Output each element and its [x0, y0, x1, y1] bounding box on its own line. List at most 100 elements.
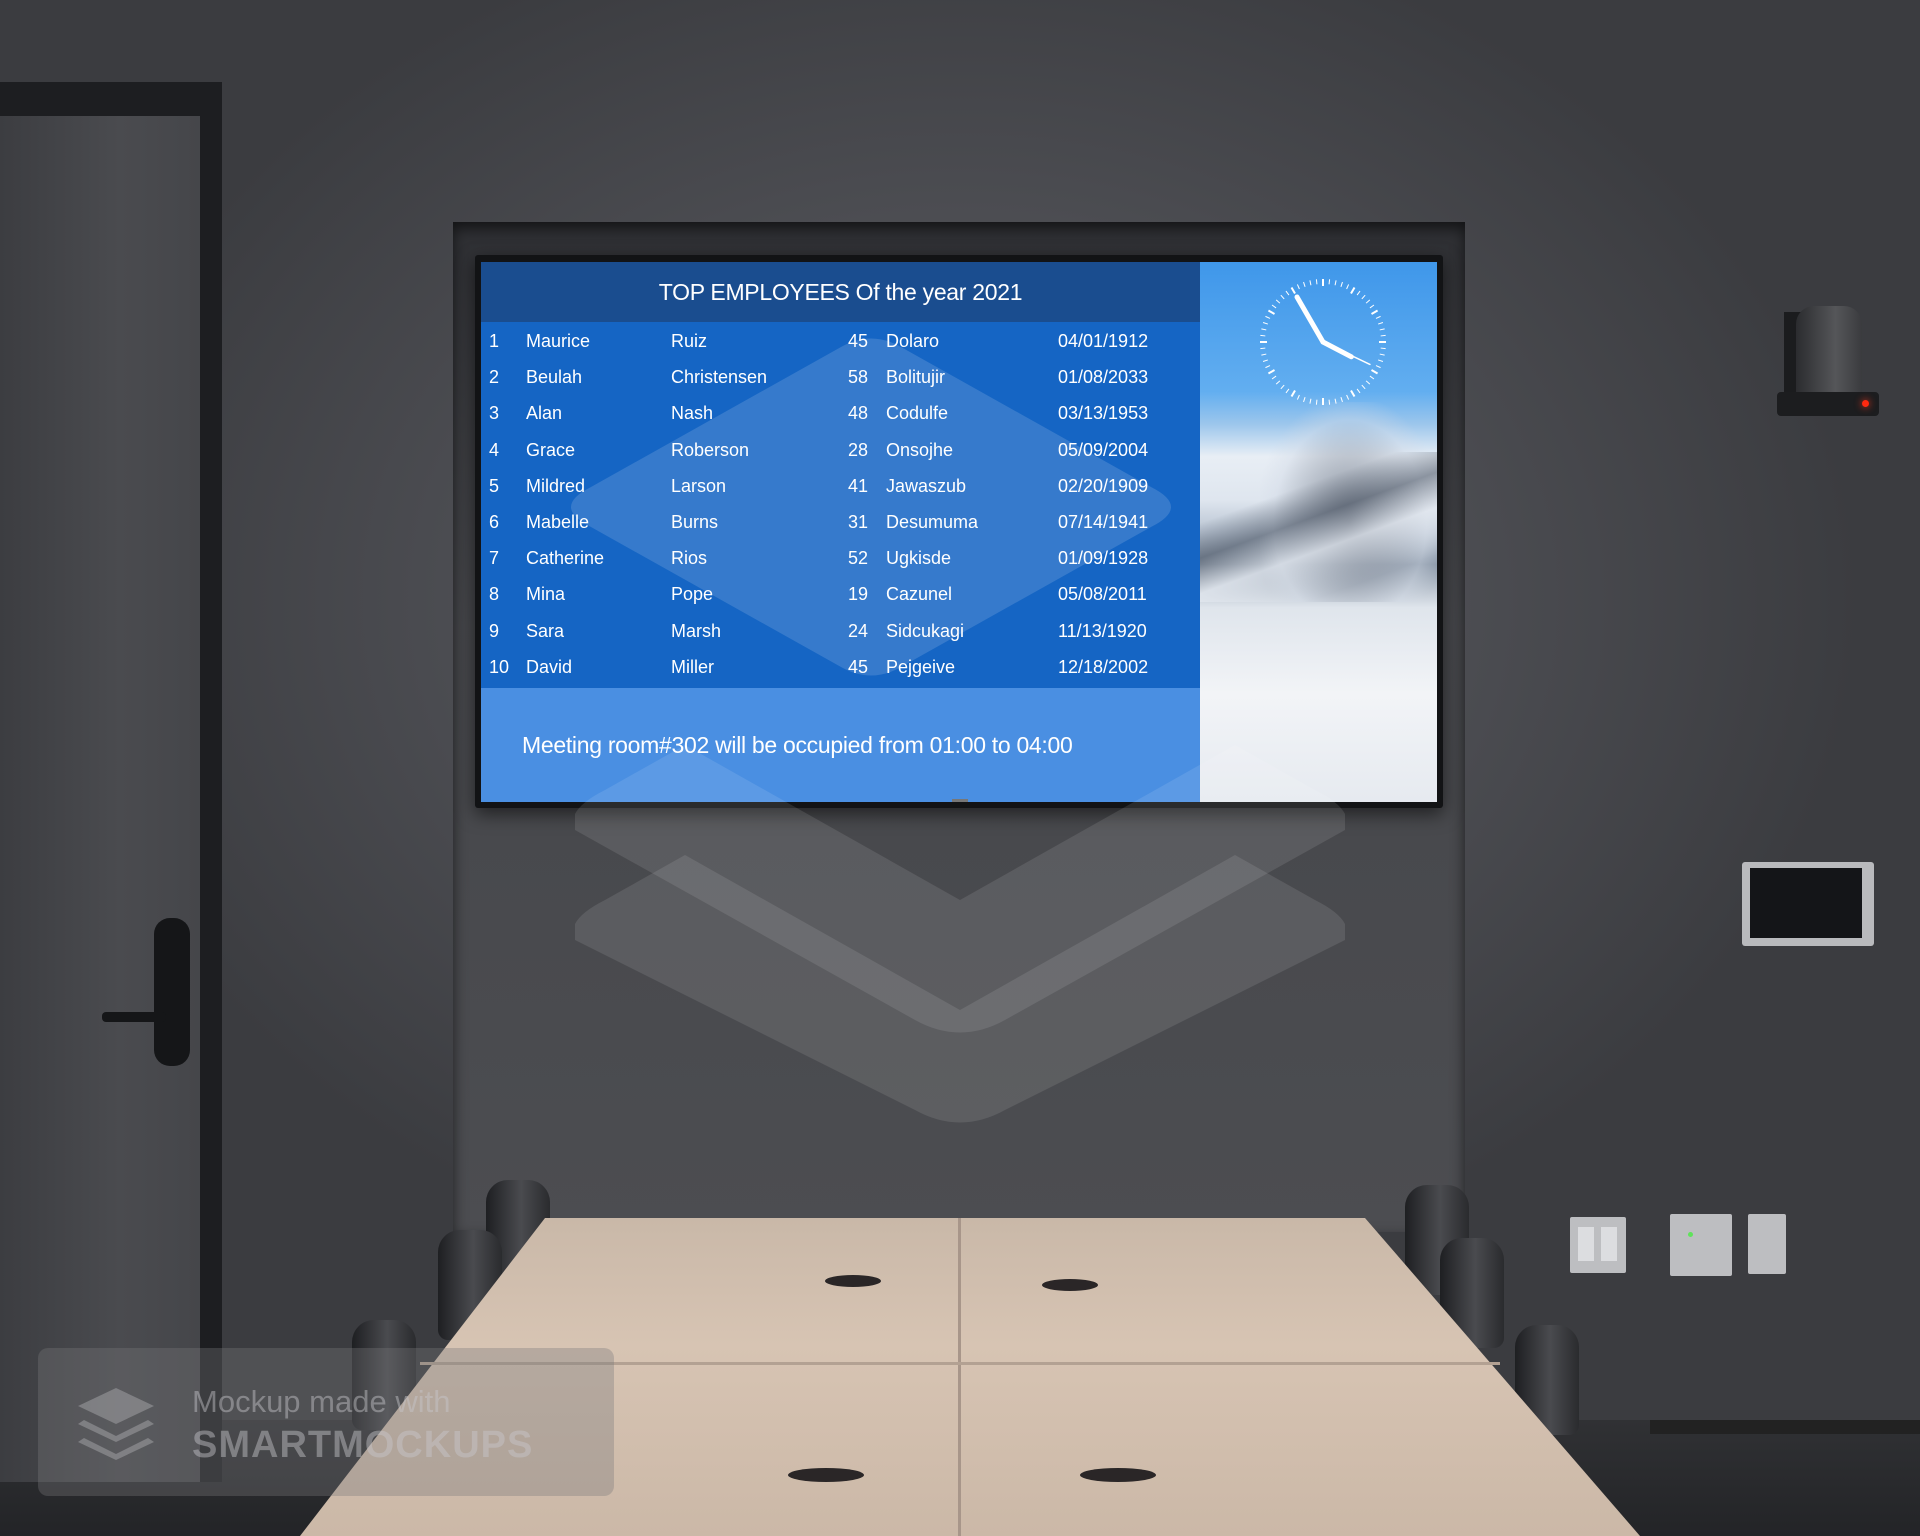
- first-name-cell: Mina: [526, 584, 566, 605]
- clock-tick: [1303, 397, 1306, 403]
- city-cell: Onsojhe: [886, 439, 954, 460]
- table-row: 3 Alan Nash 48 Codulfe 03/13/1953: [481, 395, 1200, 431]
- clock-tick: [1271, 375, 1277, 380]
- date-cell: 05/09/2004: [1058, 439, 1149, 460]
- first-name-cell: Mildred: [526, 475, 586, 496]
- door: [0, 116, 200, 1482]
- city-cell: Dolaro: [886, 331, 940, 351]
- clock-tick: [1260, 347, 1266, 350]
- clock-tick: [1340, 281, 1343, 287]
- age-cell: 45: [847, 331, 868, 351]
- date-cell: 05/08/2011: [1058, 584, 1147, 605]
- door-handle: [102, 1012, 166, 1022]
- first-name-cell: Alan: [526, 403, 563, 424]
- last-name-cell: Rios: [671, 548, 708, 569]
- cable-grommet: [825, 1275, 881, 1287]
- table-row: 9 Sara Marsh 24 Sidcukagi 11/13/1920: [481, 613, 1200, 649]
- first-name-cell: Mabelle: [526, 512, 590, 532]
- clock-tick: [1334, 280, 1337, 286]
- signage-title: TOP EMPLOYEES Of the year 2021: [658, 279, 1023, 305]
- last-name-cell: Nash: [671, 403, 714, 424]
- clock-tick: [1370, 309, 1379, 315]
- clock-tick: [1309, 398, 1312, 404]
- clock-tick: [1265, 315, 1271, 319]
- clock-tick: [1369, 375, 1375, 380]
- table-row: 10 David Miller 45 Pejgeive 12/18/2002: [481, 649, 1200, 685]
- date-cell: 07/14/1941: [1058, 512, 1149, 532]
- tv-logo: [952, 799, 968, 802]
- clock-tick: [1346, 394, 1350, 400]
- last-name-cell: Pope: [671, 584, 714, 605]
- clock-tick: [1375, 315, 1381, 319]
- age-cell: 58: [847, 367, 868, 388]
- clock-tick: [1280, 294, 1285, 300]
- clock-tick: [1328, 399, 1331, 405]
- clock-tick: [1328, 279, 1331, 285]
- power-outlet: [1748, 1214, 1786, 1274]
- clock-tick: [1370, 369, 1379, 375]
- clock-tick: [1271, 304, 1277, 309]
- table-row: 7 Catherine Rios 52 Ugkisde 01/09/1928: [481, 540, 1200, 576]
- first-name-cell: Grace: [526, 439, 576, 460]
- clock-tick: [1303, 281, 1306, 287]
- clock-tick: [1378, 322, 1384, 325]
- date-cell: 03/13/1953: [1058, 403, 1149, 424]
- mountain-ridge: [1200, 452, 1437, 602]
- wall-plate-hdmi: [1670, 1214, 1732, 1276]
- clock-tick: [1379, 328, 1385, 331]
- clock-tick: [1261, 353, 1267, 356]
- city-cell: Desumuma: [886, 512, 979, 532]
- clock-tick: [1262, 359, 1268, 362]
- clock-tick: [1361, 294, 1366, 300]
- clock-tick: [1369, 304, 1375, 309]
- last-name-cell: Christensen: [671, 367, 768, 388]
- rank-cell: 1: [489, 331, 500, 351]
- last-name-cell: Larson: [671, 475, 727, 496]
- clock-tick: [1260, 334, 1266, 337]
- age-cell: 31: [847, 512, 868, 532]
- watermark-line1: Mockup made with: [192, 1384, 451, 1419]
- date-cell: 12/18/2002: [1058, 656, 1149, 677]
- date-cell: 04/01/1912: [1058, 331, 1149, 351]
- clock-tick: [1378, 359, 1384, 362]
- city-cell: Sidcukagi: [886, 620, 965, 641]
- clock-tick: [1379, 353, 1385, 356]
- rank-cell: 4: [489, 439, 500, 460]
- clock-tick: [1290, 286, 1296, 295]
- cable-grommet: [1080, 1468, 1156, 1482]
- clock-tick: [1340, 397, 1343, 403]
- clock-tick: [1309, 280, 1312, 286]
- clock-tick: [1334, 398, 1337, 404]
- rank-cell: 8: [489, 584, 500, 605]
- date-cell: 11/13/1920: [1058, 620, 1147, 641]
- clock-tick: [1380, 334, 1386, 337]
- age-cell: 45: [847, 656, 868, 677]
- clock-tick: [1346, 284, 1350, 290]
- clock-tick: [1380, 347, 1386, 350]
- wall-plate-av: [1570, 1217, 1626, 1273]
- clock-tick: [1285, 388, 1290, 394]
- table-seam: [958, 1218, 961, 1536]
- city-cell: Codulfe: [886, 403, 949, 424]
- mountain-photo: [1200, 262, 1437, 802]
- first-name-cell: Sara: [526, 620, 565, 641]
- digital-signage-screen: TOP EMPLOYEES Of the year 2021 1 Maurice R…: [481, 262, 1437, 802]
- age-cell: 52: [847, 548, 868, 569]
- clock-tick: [1267, 369, 1276, 375]
- clock-tick: [1365, 380, 1371, 385]
- port: [1601, 1227, 1617, 1261]
- layers-icon: [78, 1388, 154, 1460]
- table-row: 2 Beulah Christensen 58 Bolitujir 01/08/2033: [481, 359, 1200, 395]
- date-cell: 01/08/2033: [1058, 367, 1149, 388]
- city-cell: Cazunel: [886, 584, 953, 605]
- last-name-cell: Miller: [671, 656, 714, 677]
- clock-tick: [1356, 388, 1361, 394]
- rank-cell: 5: [489, 475, 500, 496]
- clock-tick: [1262, 322, 1268, 325]
- clock-tick: [1350, 286, 1356, 295]
- rank-cell: 7: [489, 548, 500, 569]
- table-row: 4 Grace Roberson 28 Onsojhe 05/09/2004: [481, 432, 1200, 468]
- clock-minute-hand: [1294, 294, 1326, 345]
- rank-cell: 2: [489, 367, 500, 388]
- table-row: 8 Mina Pope 19 Cazunel 05/08/2011: [481, 576, 1200, 612]
